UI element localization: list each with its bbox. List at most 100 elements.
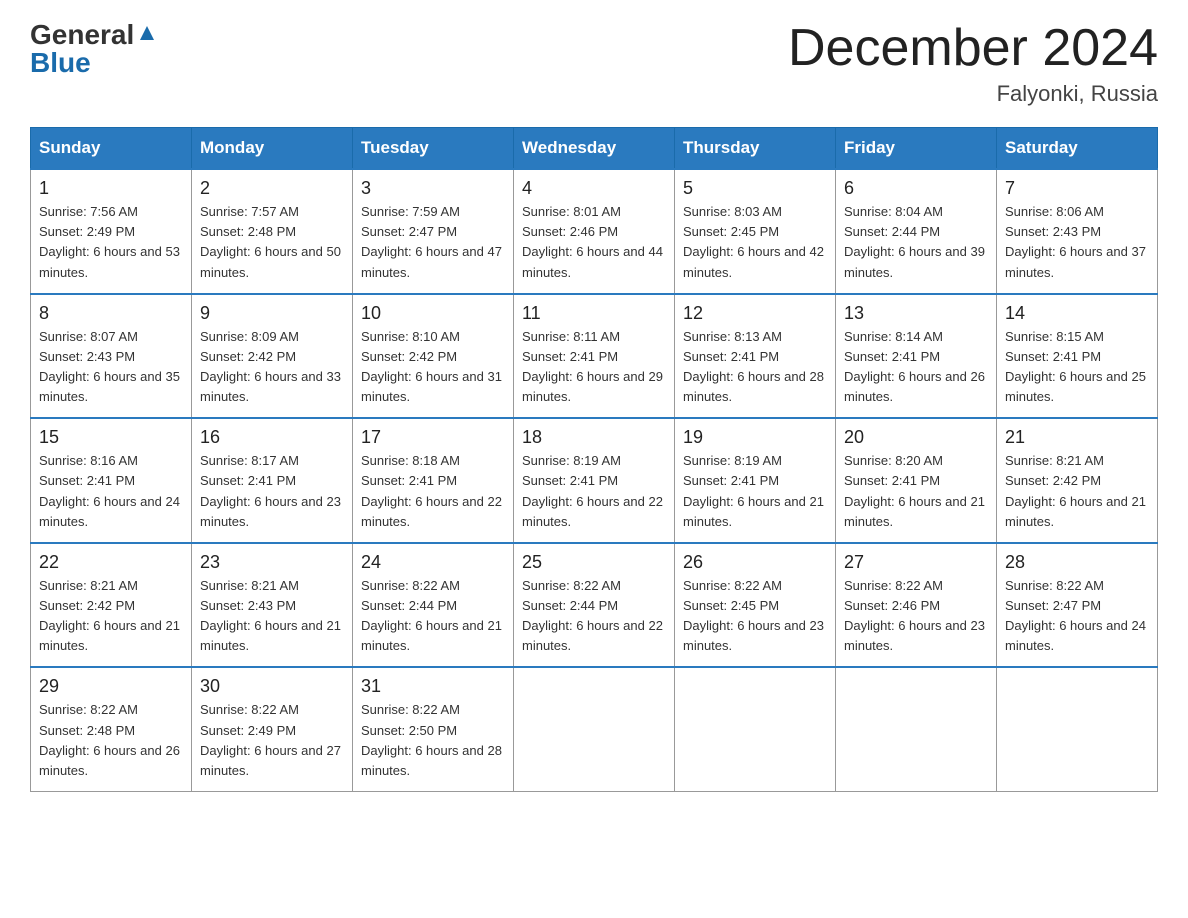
sunrise-label: Sunrise: 8:01 AM — [522, 204, 621, 219]
calendar-week-row: 22 Sunrise: 8:21 AM Sunset: 2:42 PM Dayl… — [31, 543, 1158, 668]
calendar-cell: 20 Sunrise: 8:20 AM Sunset: 2:41 PM Dayl… — [836, 418, 997, 543]
day-info: Sunrise: 8:21 AM Sunset: 2:42 PM Dayligh… — [39, 576, 183, 657]
calendar-cell: 31 Sunrise: 8:22 AM Sunset: 2:50 PM Dayl… — [353, 667, 514, 791]
calendar-cell: 28 Sunrise: 8:22 AM Sunset: 2:47 PM Dayl… — [997, 543, 1158, 668]
sunrise-label: Sunrise: 8:06 AM — [1005, 204, 1104, 219]
daylight-label: Daylight: 6 hours and 27 minutes. — [200, 743, 341, 778]
header-wednesday: Wednesday — [514, 128, 675, 170]
calendar-cell: 7 Sunrise: 8:06 AM Sunset: 2:43 PM Dayli… — [997, 169, 1158, 294]
daylight-label: Daylight: 6 hours and 33 minutes. — [200, 369, 341, 404]
day-info: Sunrise: 8:22 AM Sunset: 2:46 PM Dayligh… — [844, 576, 988, 657]
day-number: 4 — [522, 178, 666, 199]
daylight-label: Daylight: 6 hours and 23 minutes. — [683, 618, 824, 653]
daylight-label: Daylight: 6 hours and 21 minutes. — [683, 494, 824, 529]
sunset-label: Sunset: 2:45 PM — [683, 598, 779, 613]
daylight-label: Daylight: 6 hours and 21 minutes. — [39, 618, 180, 653]
daylight-label: Daylight: 6 hours and 26 minutes. — [39, 743, 180, 778]
sunrise-label: Sunrise: 8:22 AM — [522, 578, 621, 593]
calendar-cell: 1 Sunrise: 7:56 AM Sunset: 2:49 PM Dayli… — [31, 169, 192, 294]
page-header: General Blue December 2024 Falyonki, Rus… — [30, 20, 1158, 107]
calendar-cell: 5 Sunrise: 8:03 AM Sunset: 2:45 PM Dayli… — [675, 169, 836, 294]
sunrise-label: Sunrise: 7:59 AM — [361, 204, 460, 219]
day-number: 1 — [39, 178, 183, 199]
sunrise-label: Sunrise: 8:22 AM — [200, 702, 299, 717]
day-info: Sunrise: 8:18 AM Sunset: 2:41 PM Dayligh… — [361, 451, 505, 532]
daylight-label: Daylight: 6 hours and 47 minutes. — [361, 244, 502, 279]
sunrise-label: Sunrise: 8:22 AM — [1005, 578, 1104, 593]
calendar-cell: 19 Sunrise: 8:19 AM Sunset: 2:41 PM Dayl… — [675, 418, 836, 543]
calendar-cell: 3 Sunrise: 7:59 AM Sunset: 2:47 PM Dayli… — [353, 169, 514, 294]
daylight-label: Daylight: 6 hours and 42 minutes. — [683, 244, 824, 279]
day-info: Sunrise: 8:01 AM Sunset: 2:46 PM Dayligh… — [522, 202, 666, 283]
sunrise-label: Sunrise: 8:22 AM — [361, 578, 460, 593]
sunset-label: Sunset: 2:43 PM — [200, 598, 296, 613]
day-number: 23 — [200, 552, 344, 573]
sunrise-label: Sunrise: 8:19 AM — [683, 453, 782, 468]
daylight-label: Daylight: 6 hours and 23 minutes. — [200, 494, 341, 529]
calendar-cell: 16 Sunrise: 8:17 AM Sunset: 2:41 PM Dayl… — [192, 418, 353, 543]
day-number: 7 — [1005, 178, 1149, 199]
day-info: Sunrise: 8:03 AM Sunset: 2:45 PM Dayligh… — [683, 202, 827, 283]
sunrise-label: Sunrise: 8:19 AM — [522, 453, 621, 468]
day-info: Sunrise: 8:22 AM Sunset: 2:49 PM Dayligh… — [200, 700, 344, 781]
sunset-label: Sunset: 2:44 PM — [361, 598, 457, 613]
daylight-label: Daylight: 6 hours and 44 minutes. — [522, 244, 663, 279]
day-number: 12 — [683, 303, 827, 324]
logo-blue-text: Blue — [30, 47, 91, 79]
sunset-label: Sunset: 2:41 PM — [522, 473, 618, 488]
day-info: Sunrise: 8:22 AM Sunset: 2:44 PM Dayligh… — [361, 576, 505, 657]
calendar-cell — [514, 667, 675, 791]
calendar-week-row: 1 Sunrise: 7:56 AM Sunset: 2:49 PM Dayli… — [31, 169, 1158, 294]
daylight-label: Daylight: 6 hours and 53 minutes. — [39, 244, 180, 279]
day-info: Sunrise: 8:09 AM Sunset: 2:42 PM Dayligh… — [200, 327, 344, 408]
day-number: 8 — [39, 303, 183, 324]
calendar-week-row: 15 Sunrise: 8:16 AM Sunset: 2:41 PM Dayl… — [31, 418, 1158, 543]
sunset-label: Sunset: 2:42 PM — [39, 598, 135, 613]
sunset-label: Sunset: 2:49 PM — [39, 224, 135, 239]
day-info: Sunrise: 8:04 AM Sunset: 2:44 PM Dayligh… — [844, 202, 988, 283]
daylight-label: Daylight: 6 hours and 22 minutes. — [522, 494, 663, 529]
sunrise-label: Sunrise: 8:17 AM — [200, 453, 299, 468]
sunset-label: Sunset: 2:41 PM — [844, 473, 940, 488]
daylight-label: Daylight: 6 hours and 21 minutes. — [200, 618, 341, 653]
daylight-label: Daylight: 6 hours and 28 minutes. — [683, 369, 824, 404]
daylight-label: Daylight: 6 hours and 37 minutes. — [1005, 244, 1146, 279]
day-info: Sunrise: 8:22 AM Sunset: 2:45 PM Dayligh… — [683, 576, 827, 657]
location-text: Falyonki, Russia — [788, 81, 1158, 107]
calendar-body: 1 Sunrise: 7:56 AM Sunset: 2:49 PM Dayli… — [31, 169, 1158, 791]
day-number: 21 — [1005, 427, 1149, 448]
sunrise-label: Sunrise: 8:03 AM — [683, 204, 782, 219]
calendar-cell: 13 Sunrise: 8:14 AM Sunset: 2:41 PM Dayl… — [836, 294, 997, 419]
day-info: Sunrise: 7:56 AM Sunset: 2:49 PM Dayligh… — [39, 202, 183, 283]
daylight-label: Daylight: 6 hours and 35 minutes. — [39, 369, 180, 404]
sunset-label: Sunset: 2:41 PM — [39, 473, 135, 488]
day-info: Sunrise: 8:11 AM Sunset: 2:41 PM Dayligh… — [522, 327, 666, 408]
sunset-label: Sunset: 2:41 PM — [361, 473, 457, 488]
sunrise-label: Sunrise: 8:22 AM — [361, 702, 460, 717]
sunset-label: Sunset: 2:41 PM — [200, 473, 296, 488]
sunrise-label: Sunrise: 8:10 AM — [361, 329, 460, 344]
calendar-cell — [675, 667, 836, 791]
daylight-label: Daylight: 6 hours and 21 minutes. — [1005, 494, 1146, 529]
day-number: 10 — [361, 303, 505, 324]
day-number: 17 — [361, 427, 505, 448]
day-number: 14 — [1005, 303, 1149, 324]
sunrise-label: Sunrise: 8:20 AM — [844, 453, 943, 468]
calendar-cell: 30 Sunrise: 8:22 AM Sunset: 2:49 PM Dayl… — [192, 667, 353, 791]
day-info: Sunrise: 8:14 AM Sunset: 2:41 PM Dayligh… — [844, 327, 988, 408]
sunrise-label: Sunrise: 8:14 AM — [844, 329, 943, 344]
day-number: 3 — [361, 178, 505, 199]
calendar-cell: 6 Sunrise: 8:04 AM Sunset: 2:44 PM Dayli… — [836, 169, 997, 294]
calendar-cell: 2 Sunrise: 7:57 AM Sunset: 2:48 PM Dayli… — [192, 169, 353, 294]
day-number: 18 — [522, 427, 666, 448]
day-number: 6 — [844, 178, 988, 199]
calendar-cell: 8 Sunrise: 8:07 AM Sunset: 2:43 PM Dayli… — [31, 294, 192, 419]
header-tuesday: Tuesday — [353, 128, 514, 170]
sunset-label: Sunset: 2:42 PM — [1005, 473, 1101, 488]
day-info: Sunrise: 8:17 AM Sunset: 2:41 PM Dayligh… — [200, 451, 344, 532]
daylight-label: Daylight: 6 hours and 23 minutes. — [844, 618, 985, 653]
calendar-cell: 21 Sunrise: 8:21 AM Sunset: 2:42 PM Dayl… — [997, 418, 1158, 543]
sunset-label: Sunset: 2:46 PM — [844, 598, 940, 613]
sunrise-label: Sunrise: 8:22 AM — [844, 578, 943, 593]
sunset-label: Sunset: 2:42 PM — [200, 349, 296, 364]
